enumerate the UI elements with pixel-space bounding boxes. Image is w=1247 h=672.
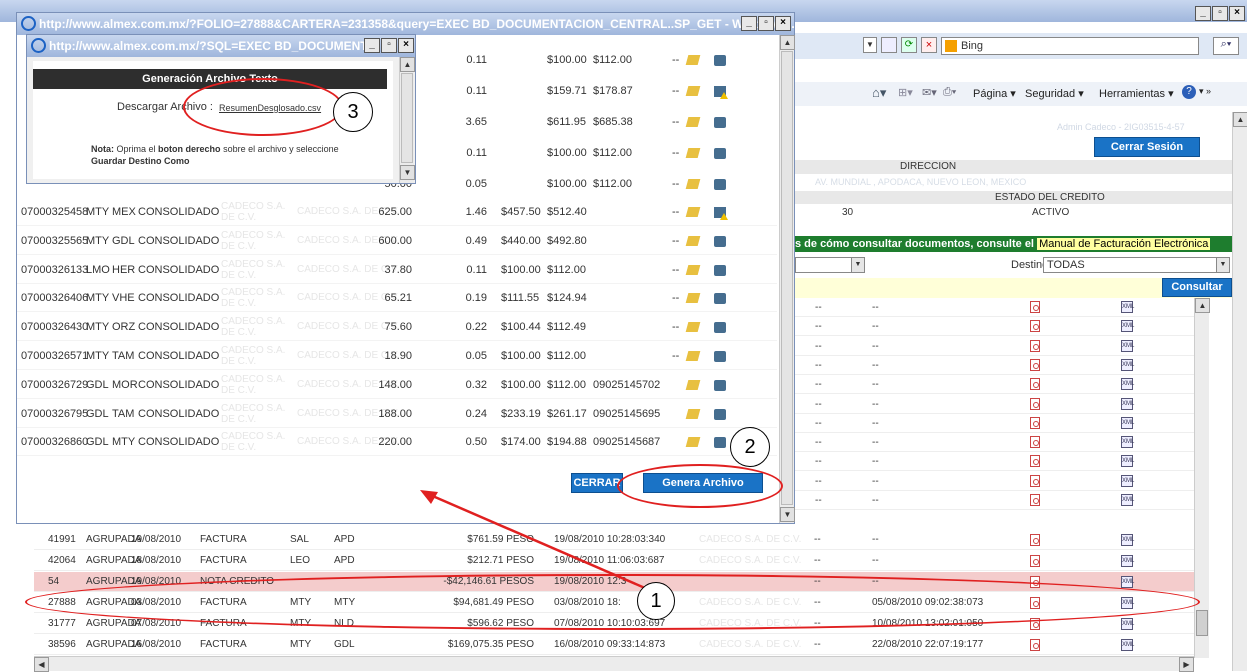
annotation-oval-file: [183, 78, 343, 136]
annotation-oval-button: [617, 464, 783, 508]
annotation-one: 1: [637, 582, 675, 620]
annotation-three: 3: [333, 92, 373, 132]
annotation-oval-row: [25, 574, 1200, 630]
annotation-two: 2: [730, 427, 770, 467]
